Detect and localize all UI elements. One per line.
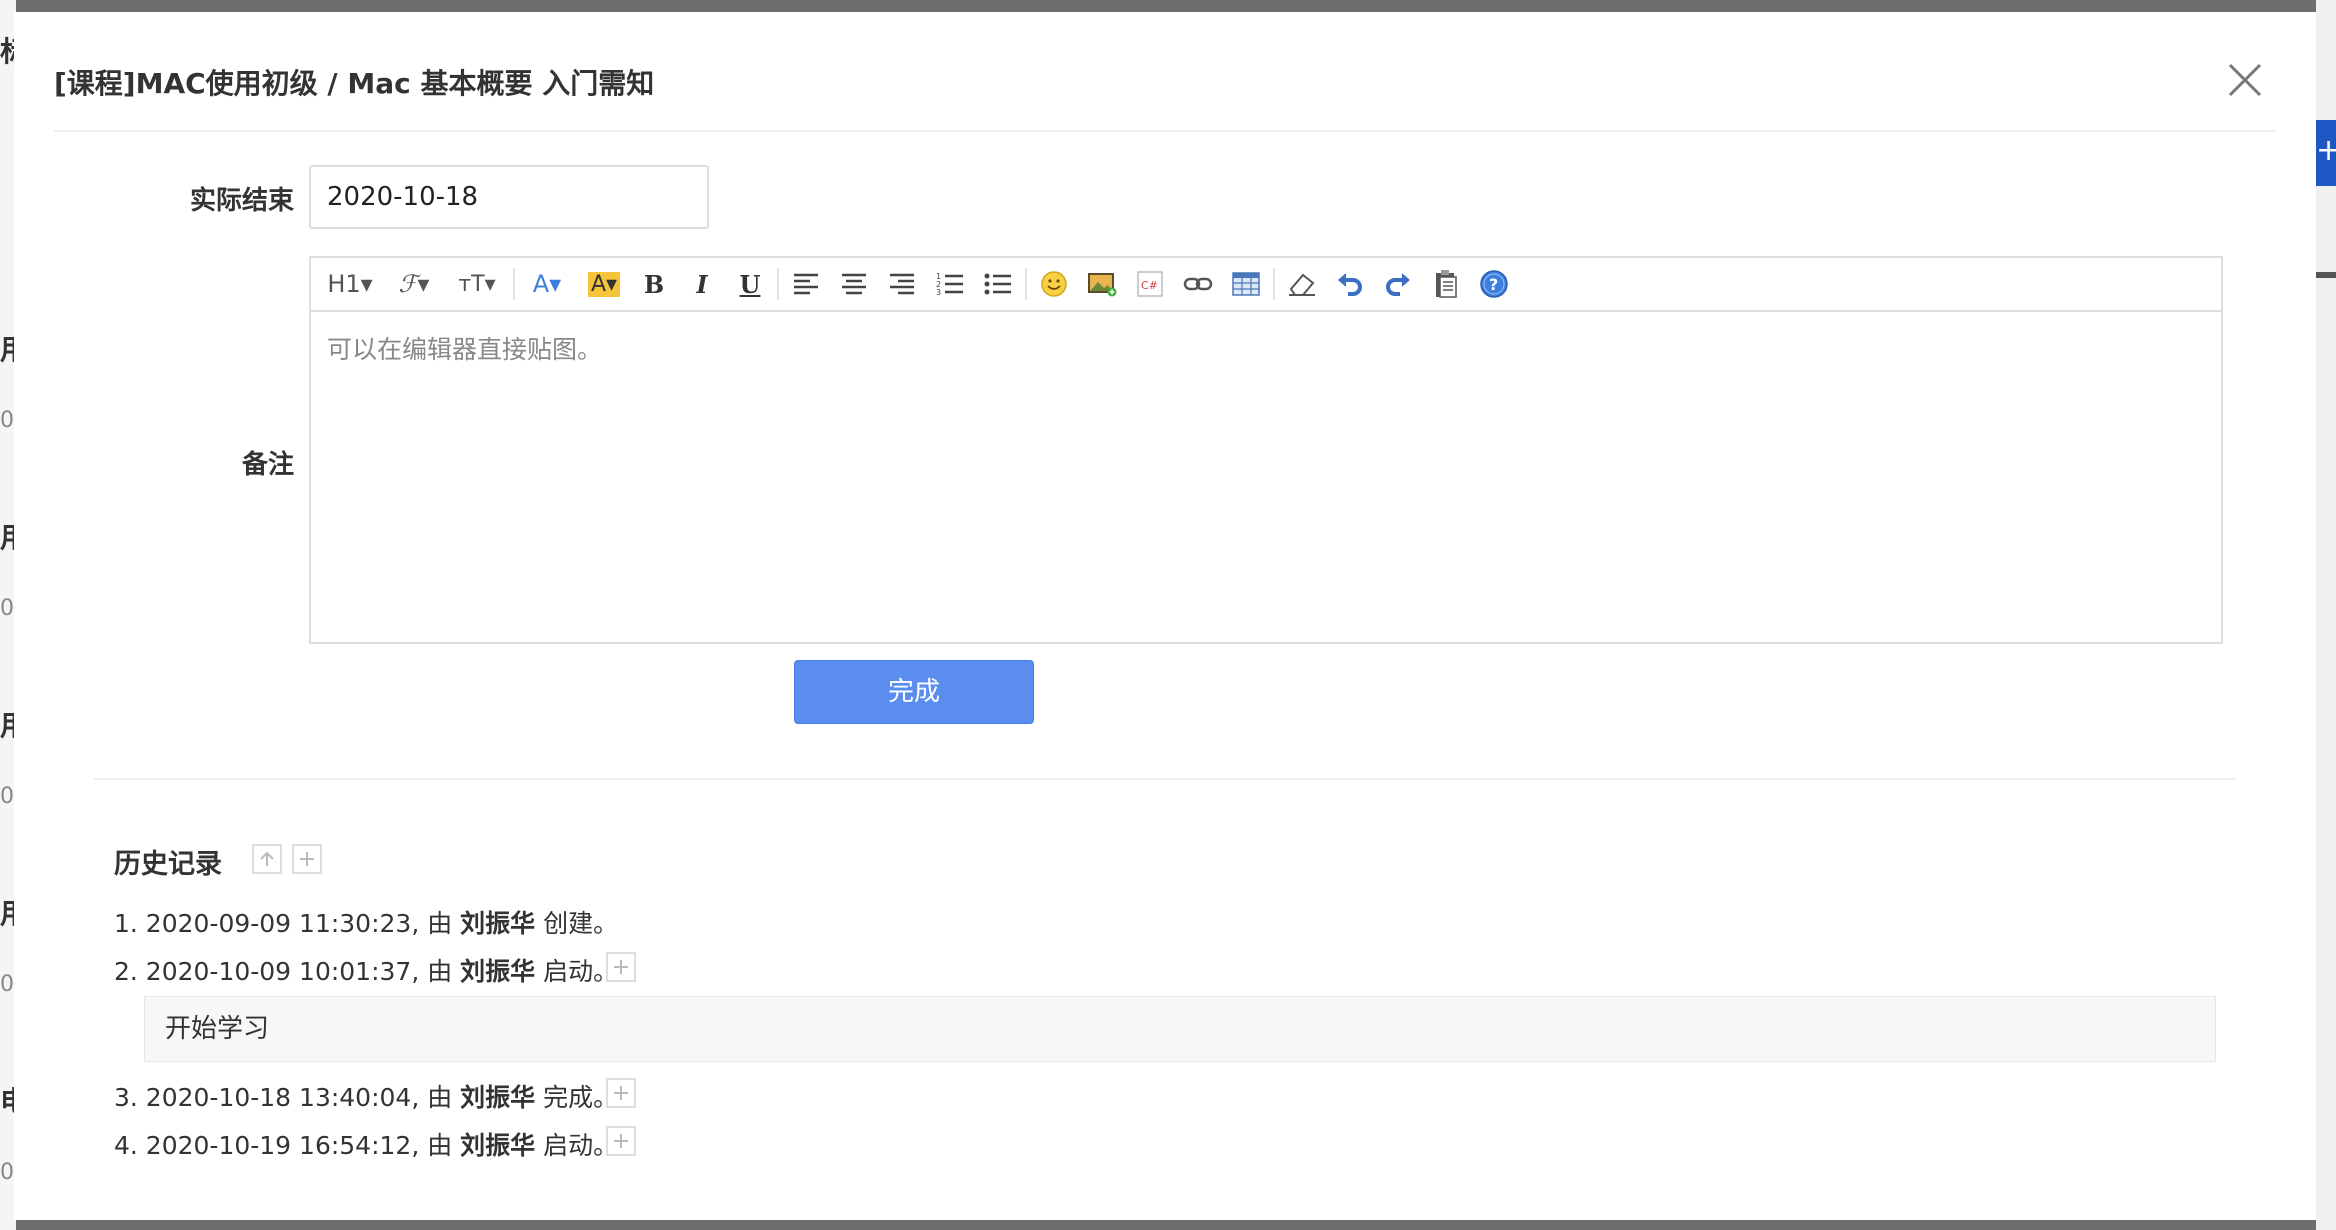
history-item-prefix: 3. 2020-10-18 13:40:04, 由 [114,1083,461,1112]
link-icon[interactable] [1181,266,1215,302]
actual-end-label: 实际结束 [189,186,294,216]
editor-content[interactable]: 可以在编辑器直接贴图。 [311,312,2221,642]
expand-comment-icon[interactable] [606,952,636,982]
eraser-icon[interactable] [1285,266,1319,302]
history-title: 历史记录 [114,849,222,880]
modal-dialog: [课程]MAC使用初级 / Mac 基本概要 入门需知 实际结束 备注 H1▾ … [14,12,2316,1220]
align-right-icon[interactable] [885,266,919,302]
font-family-label: ℱ▾ [398,270,430,298]
toolbar-separator [777,268,779,300]
history-item-user: 刘振华 [460,1131,536,1160]
history-item-prefix: 4. 2020-10-19 16:54:12, 由 [114,1131,461,1160]
history-item-user: 刘振华 [460,957,536,986]
heading-label: H1▾ [327,270,373,298]
history-comment: 开始学习 [144,996,2216,1062]
image-icon[interactable] [1085,266,1119,302]
font-size-icon[interactable]: тT▾ [451,266,503,302]
history-item: 4. 2020-10-19 16:54:12, 由 刘振华 启动。 [114,1126,618,1162]
italic-label: I [696,269,708,299]
actual-end-date-input[interactable] [309,165,709,229]
font-color-label: A▾ [532,270,562,298]
code-icon[interactable]: C# [1133,266,1167,302]
toolbar-separator [1025,268,1027,300]
toolbar-separator [513,268,515,300]
underline-icon[interactable]: U [733,266,767,302]
expand-comment-icon[interactable] [606,1078,636,1108]
font-color-icon[interactable]: A▾ [525,266,569,302]
background-divider [2316,272,2336,278]
done-button[interactable]: 完成 [794,660,1034,724]
history-item: 2. 2020-10-09 10:01:37, 由 刘振华 启动。 [114,952,618,988]
unordered-list-icon[interactable] [981,266,1015,302]
remark-label: 备注 [241,450,294,480]
bold-label: B [643,269,665,299]
paste-icon[interactable] [1429,266,1463,302]
rich-text-editor: H1▾ ℱ▾ тT▾ A▾ A▾ B I U 1 2 3 C# ? 可以在编辑器… [309,256,2223,644]
highlight-color-icon[interactable]: A▾ [581,266,627,302]
align-center-icon[interactable] [837,266,871,302]
editor-toolbar: H1▾ ℱ▾ тT▾ A▾ A▾ B I U 1 2 3 C# ? [311,258,2221,312]
code-icon-label: C# [1141,279,1158,292]
header-divider [54,130,2276,132]
history-item-user: 刘振华 [460,1083,536,1112]
expand-all-icon[interactable] [292,844,322,874]
undo-icon[interactable] [1333,266,1367,302]
toolbar-separator [1273,268,1275,300]
svg-text:3: 3 [936,288,941,297]
underline-label: U [739,269,761,299]
italic-icon[interactable]: I [685,266,719,302]
history-item-prefix: 1. 2020-09-09 11:30:23, 由 [114,909,461,938]
expand-comment-icon[interactable] [606,1126,636,1156]
history-item: 3. 2020-10-18 13:40:04, 由 刘振华 完成。 [114,1078,618,1114]
emoji-icon[interactable] [1037,266,1071,302]
align-left-icon[interactable] [789,266,823,302]
highlight-color-label: A▾ [587,271,621,297]
font-size-label: тT▾ [458,271,496,297]
section-divider [94,778,2236,780]
table-icon[interactable] [1229,266,1263,302]
history-item-action: 创建。 [535,909,619,938]
history-item-user: 刘振华 [460,909,536,938]
collapse-up-icon[interactable] [252,844,282,874]
history-item-prefix: 2. 2020-10-09 10:01:37, 由 [114,957,461,986]
background-add-button: + [2316,120,2336,186]
background-page-right: + [2316,0,2336,1230]
modal-title: [课程]MAC使用初级 / Mac 基本概要 入门需知 [54,67,655,100]
help-icon[interactable]: ? [1477,266,1511,302]
heading-icon[interactable]: H1▾ [325,266,375,302]
history-item: 1. 2020-09-09 11:30:23, 由 刘振华 创建。 [114,904,618,940]
ordered-list-icon[interactable]: 123 [933,266,967,302]
close-icon[interactable] [2222,57,2268,103]
font-family-icon[interactable]: ℱ▾ [391,266,437,302]
redo-icon[interactable] [1381,266,1415,302]
help-icon-label: ? [1489,275,1498,294]
bold-icon[interactable]: B [637,266,671,302]
